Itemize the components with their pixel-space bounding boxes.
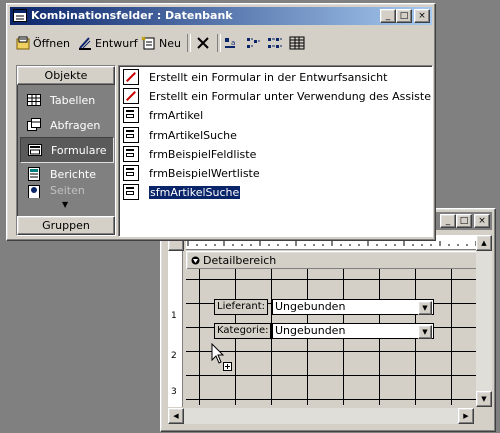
- detail-section-header[interactable]: Detailbereich: [186, 251, 482, 270]
- minimize-button[interactable]: _: [380, 9, 396, 23]
- scroll-down-button[interactable]: ▼: [476, 391, 492, 407]
- sidebar-item-berichte[interactable]: Berichte: [20, 162, 112, 186]
- toolbar-separator: [187, 34, 191, 52]
- large-icons-button[interactable]: a: [223, 33, 239, 53]
- section-marker-icon: [191, 256, 200, 265]
- ruler-mark-2: 2: [171, 351, 177, 361]
- close-button[interactable]: ×: [414, 9, 430, 23]
- list-item[interactable]: frmBeispielFeldliste: [123, 146, 256, 162]
- close-button[interactable]: ×: [474, 214, 490, 228]
- list-item[interactable]: Erstellt ein Formular unter Verwendung d…: [123, 88, 433, 104]
- form-icon: [123, 107, 139, 123]
- list-item-label: frmBeispielFeldliste: [149, 147, 257, 161]
- sidebar-item-label: Berichte: [50, 167, 96, 181]
- maximize-button[interactable]: □: [396, 9, 412, 23]
- design-label: Entwurf: [95, 36, 138, 50]
- chevron-down-icon[interactable]: ▼: [418, 325, 432, 339]
- list-item-label: frmArtikelSuche: [149, 128, 237, 142]
- database-titlebar[interactable]: Kombinationsfelder : Datenbank _ □ ×: [10, 7, 432, 25]
- database-toolbar: Öffnen Entwurf Neu a: [11, 30, 431, 56]
- small-icons-button[interactable]: [245, 33, 261, 53]
- design-grid[interactable]: Lieferant: Ungebunden ▼ Kategorie: Ungeb…: [186, 269, 480, 405]
- details-icon: [289, 36, 305, 50]
- maximize-button[interactable]: □: [456, 214, 472, 228]
- sidebar-item-abfragen[interactable]: Abfragen: [20, 113, 112, 137]
- list-item[interactable]: frmArtikel: [123, 107, 203, 123]
- chevron-down-icon[interactable]: ▼: [418, 301, 432, 315]
- list-item-label: Erstellt ein Formular unter Verwendung d…: [149, 89, 433, 103]
- form-design-window[interactable]: _ □ × 1 2 3 Detailbereich Lieferant: Ung…: [160, 208, 496, 432]
- horizontal-scrollbar[interactable]: ◀ ▶: [168, 408, 474, 424]
- sidebar-item-label: Seiten: [50, 184, 85, 197]
- objects-bar: Objekte Tabellen Abfragen Formulare Beri…: [16, 65, 116, 236]
- small-icons-icon: [247, 38, 260, 48]
- list-button[interactable]: [267, 33, 283, 53]
- lieferant-value: Ungebunden: [275, 300, 346, 313]
- kategorie-value: Ungebunden: [275, 324, 346, 337]
- sidebar-item-formulare[interactable]: Formulare: [20, 137, 114, 163]
- table-icon: [27, 94, 41, 106]
- open-button[interactable]: Öffnen: [15, 33, 70, 53]
- ruler-mark-1: 1: [171, 311, 177, 321]
- report-icon: [28, 167, 40, 181]
- list-item[interactable]: frmArtikelSuche: [123, 127, 237, 143]
- page-icon: [28, 185, 40, 198]
- kategorie-combobox[interactable]: Ungebunden ▼: [272, 323, 434, 339]
- sidebar-item-tabellen[interactable]: Tabellen: [20, 88, 112, 112]
- vertical-scrollbar[interactable]: ▲ ▼: [476, 235, 492, 407]
- window-title: Kombinationsfelder : Datenbank: [31, 9, 233, 22]
- open-label: Öffnen: [33, 36, 70, 50]
- scroll-left-button[interactable]: ◀: [168, 408, 184, 424]
- scroll-right-button[interactable]: ▶: [458, 408, 474, 424]
- toolbar-separator: [217, 34, 221, 52]
- vertical-ruler: 1 2 3: [168, 251, 183, 407]
- new-label: Neu: [159, 36, 181, 50]
- list-item[interactable]: sfmArtikelSuche: [123, 184, 241, 200]
- sidebar-item-label: Abfragen: [50, 118, 101, 132]
- form-icon: [123, 165, 139, 181]
- section-label: Detailbereich: [203, 254, 277, 267]
- form-icon: [28, 144, 42, 156]
- sidebar-item-label: Formulare: [51, 143, 107, 157]
- list-item-label: sfmArtikelSuche: [149, 185, 241, 199]
- list-item[interactable]: Erstellt ein Formular in der Entwurfsans…: [123, 69, 387, 85]
- form-icon: [123, 184, 139, 200]
- delete-button[interactable]: [195, 33, 211, 53]
- list-item-label: frmArtikel: [149, 108, 204, 122]
- open-icon: [16, 36, 30, 50]
- design-button[interactable]: Entwurf: [77, 33, 138, 53]
- database-window[interactable]: Kombinationsfelder : Datenbank _ □ × Öff…: [6, 3, 436, 241]
- objects-header-button[interactable]: Objekte: [17, 66, 115, 85]
- design-wizard-icon: [123, 69, 139, 85]
- scroll-up-button[interactable]: ▲: [476, 235, 492, 251]
- more-items-chevron-icon[interactable]: ▼: [62, 200, 68, 209]
- svg-text:a: a: [231, 39, 235, 47]
- list-item-label: Erstellt ein Formular in der Entwurfsans…: [149, 70, 388, 84]
- lieferant-label[interactable]: Lieferant:: [214, 299, 269, 315]
- sidebar-item-seiten[interactable]: Seiten: [20, 184, 112, 198]
- sidebar-item-label: Tabellen: [50, 93, 96, 107]
- form-wizard-icon: [123, 88, 139, 104]
- new-icon: [141, 36, 155, 50]
- delete-icon: [197, 37, 209, 49]
- groups-button[interactable]: Gruppen: [17, 216, 115, 235]
- design-icon: [79, 37, 91, 50]
- database-icon: [13, 9, 27, 22]
- lieferant-combobox[interactable]: Ungebunden ▼: [272, 299, 434, 315]
- list-item[interactable]: frmBeispielWertliste: [123, 165, 260, 181]
- form-icon: [123, 146, 139, 162]
- ruler-mark-3: 3: [171, 387, 177, 397]
- object-list[interactable]: Erstellt ein Formular in der Entwurfsans…: [118, 65, 433, 237]
- new-button[interactable]: Neu: [141, 33, 181, 53]
- drag-cursor-icon: [211, 343, 232, 371]
- form-icon: [123, 127, 139, 143]
- list-icon: [268, 38, 282, 48]
- large-icons-icon: a: [225, 38, 235, 48]
- details-button[interactable]: [289, 33, 305, 53]
- query-icon: [27, 118, 41, 131]
- kategorie-label[interactable]: Kategorie:: [214, 323, 272, 339]
- minimize-button[interactable]: _: [440, 214, 456, 228]
- list-item-label: frmBeispielWertliste: [149, 166, 260, 180]
